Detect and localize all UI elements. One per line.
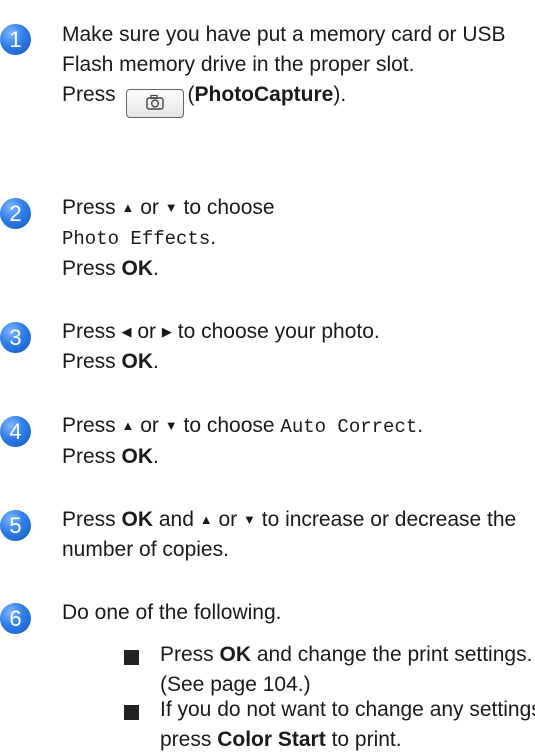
step-text: Press ◀ or ▶ to choose your photo. Press…: [62, 317, 532, 377]
step-number-badge: 4: [0, 416, 31, 447]
press-word: Press: [62, 508, 116, 531]
menu-item-auto-correct: Auto Correct: [280, 416, 418, 438]
instruction-text: to choose your photo.: [177, 320, 380, 343]
and-word: and: [158, 508, 194, 531]
bullet-square-icon: [124, 650, 139, 665]
press-word: Press: [62, 350, 116, 373]
ok-label: OK: [121, 445, 154, 468]
or-word: or: [137, 320, 157, 343]
press-word: Press: [62, 196, 116, 219]
step-text: Do one of the following.: [62, 601, 282, 624]
or-word: or: [140, 196, 159, 219]
step-text: Press ▲ or ▼ to choose Photo Effects. Pr…: [62, 193, 532, 284]
press-word: Press: [62, 257, 116, 280]
step-1-instruction: Make sure you have put a memory card or …: [62, 23, 506, 76]
press-word: Press: [62, 414, 116, 437]
down-arrow-icon: ▼: [164, 200, 178, 215]
menu-item-photo-effects: Photo Effects: [62, 228, 211, 250]
press-word: Press: [62, 320, 116, 343]
paren-open: (: [187, 83, 195, 106]
press-word: Press: [62, 445, 116, 468]
or-word: or: [140, 414, 159, 437]
photocapture-label: PhotoCapture: [194, 83, 334, 106]
step-text: Press OK and ▲ or ▼ to increase or decre…: [62, 505, 532, 565]
period: .: [153, 257, 159, 280]
step-number-badge: 5: [0, 510, 31, 541]
period: .: [210, 226, 217, 249]
period: .: [153, 445, 159, 468]
camera-icon: [145, 94, 164, 111]
period: .: [417, 414, 424, 437]
instruction-text: to choose: [183, 196, 275, 219]
bullet-text-pre: Press: [160, 643, 214, 666]
bullet-text-post: and change the print settings. (See page…: [160, 643, 533, 696]
photocapture-button: [125, 89, 184, 118]
down-arrow-icon: ▼: [164, 418, 178, 433]
period: .: [153, 350, 159, 373]
up-arrow-icon: ▲: [121, 418, 135, 433]
ok-label: OK: [121, 508, 154, 531]
paren-close: ).: [333, 83, 347, 106]
step-text: Make sure you have put a memory card or …: [62, 20, 532, 118]
ok-label: OK: [121, 350, 154, 373]
bullet-item-2: If you do not want to change any setting…: [124, 695, 535, 755]
step-number-badge: 1: [0, 24, 31, 55]
left-arrow-icon: ◀: [121, 324, 132, 339]
step-text: Press ▲ or ▼ to choose Auto Correct. Pre…: [62, 411, 532, 472]
step-number-badge: 6: [0, 603, 31, 634]
bullet-text-post: to print.: [331, 728, 402, 751]
step-number-badge: 3: [0, 322, 31, 353]
up-arrow-icon: ▲: [121, 200, 135, 215]
up-arrow-icon: ▲: [199, 512, 213, 527]
press-word: Press: [62, 83, 116, 106]
bullet-square-icon: [124, 705, 139, 720]
right-arrow-icon: ▶: [161, 324, 172, 339]
color-start-label: Color Start: [217, 728, 326, 751]
ok-label: OK: [121, 257, 154, 280]
step-number-badge: 2: [0, 198, 31, 229]
ok-label: OK: [219, 643, 252, 666]
instruction-text: to choose: [183, 414, 275, 437]
bullet-item-1: Press OK and change the print settings. …: [124, 640, 535, 700]
or-word: or: [218, 508, 238, 531]
down-arrow-icon: ▼: [243, 512, 256, 527]
